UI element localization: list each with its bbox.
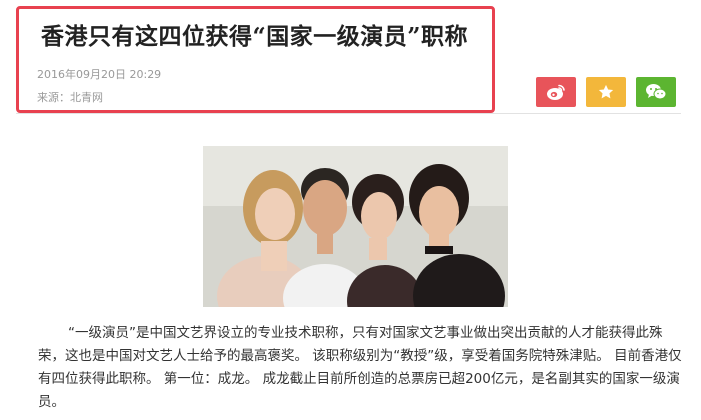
wechat-share-button[interactable] <box>636 77 676 107</box>
weibo-icon <box>547 84 565 100</box>
article-page: 香港只有这四位获得“国家一级演员”职称 2016年09月20日 20:29 来源… <box>0 0 701 420</box>
article-header-highlight: 香港只有这四位获得“国家一级演员”职称 2016年09月20日 20:29 来源… <box>16 6 495 113</box>
article-body: “一级演员”是中国文艺界设立的专业技术职称，只有对国家文艺事业做出突出贡献的人才… <box>38 325 682 410</box>
favorite-button[interactable] <box>586 77 626 107</box>
article-title: 香港只有这四位获得“国家一级演员”职称 <box>41 23 468 50</box>
weibo-share-button[interactable] <box>536 77 576 107</box>
article-photo <box>203 146 508 307</box>
article-source: 来源：北青网 <box>37 91 103 104</box>
wechat-icon <box>646 84 667 100</box>
header-divider <box>16 113 681 114</box>
publish-date: 2016年09月20日 20:29 <box>37 68 162 81</box>
star-icon <box>598 84 614 99</box>
